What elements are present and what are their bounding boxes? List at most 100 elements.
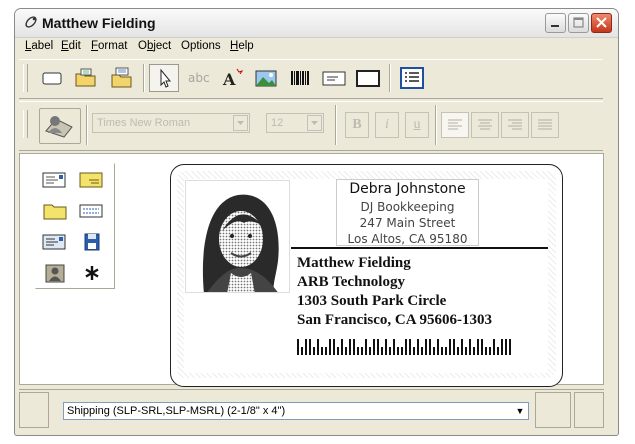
toolbar-grip[interactable] [23, 110, 28, 138]
barcode-tool-button[interactable] [285, 64, 315, 92]
font-name-value: Times New Roman [97, 117, 191, 129]
align-left-button[interactable] [441, 112, 469, 138]
toolbar-separator [335, 105, 337, 145]
menu-help[interactable]: Help [230, 40, 254, 52]
asterisk-icon [85, 266, 99, 280]
postal-barcode [297, 339, 511, 355]
new-label-icon [42, 72, 62, 85]
text-effect-icon: A [222, 68, 244, 89]
contact-person-icon [45, 264, 65, 283]
status-cell-left [19, 392, 49, 428]
status-cell-mid [535, 392, 571, 428]
underline-button[interactable]: u [405, 112, 429, 138]
align-right-icon [508, 119, 522, 130]
maximize-icon [573, 17, 584, 28]
open-button[interactable] [71, 64, 101, 92]
font-size-value: 12 [271, 117, 284, 129]
address-list-button[interactable] [397, 64, 427, 92]
folder-icon [43, 204, 67, 220]
label-canvas[interactable]: Debra Johnstone DJ Bookkeeping 247 Main … [170, 164, 563, 387]
address-book-icon [45, 116, 73, 138]
address-book-button[interactable] [39, 108, 81, 144]
rectangle-icon [356, 70, 380, 87]
justify-button[interactable] [531, 112, 559, 138]
align-center-icon [478, 119, 492, 130]
align-center-button[interactable] [471, 112, 499, 138]
select-tool-button[interactable] [149, 64, 179, 92]
return-street: 247 Main Street [359, 216, 456, 230]
toolbar-grip[interactable] [23, 64, 28, 92]
label-type-select[interactable]: Shipping (SLP-SRL,SLP-MSRL) (2-1/8" x 4"… [63, 402, 529, 420]
address-street: 1303 South Park Circle [297, 293, 447, 309]
bold-button[interactable]: B [345, 112, 369, 138]
toolbar-separator [435, 105, 437, 145]
main-toolbar: abc A [19, 59, 603, 99]
toolbar-separator [143, 64, 145, 92]
divider-line [291, 247, 548, 249]
minimize-button[interactable] [545, 13, 566, 33]
add-disk-button[interactable] [77, 230, 107, 255]
return-company: DJ Bookkeeping [360, 200, 455, 214]
open-folder-icon [75, 68, 96, 87]
toolbar-separator [86, 105, 88, 145]
align-right-button[interactable] [501, 112, 529, 138]
font-size-select[interactable]: 12 [266, 113, 324, 133]
barcode-icon [291, 71, 309, 85]
add-address-button[interactable] [40, 230, 70, 255]
address-tool-button[interactable] [319, 64, 349, 92]
address-company: ARB Technology [297, 274, 405, 290]
toolbar-separator [389, 64, 391, 92]
picture-icon [255, 70, 277, 87]
font-style-button[interactable]: A [217, 64, 247, 92]
add-folder-button[interactable] [40, 199, 70, 224]
note-icon [79, 172, 103, 188]
menu-label[interactable]: Label [25, 40, 53, 52]
return-city: Los Altos, CA 95180 [347, 232, 468, 246]
address-block-icon [322, 71, 346, 86]
chevron-down-icon[interactable] [307, 115, 322, 131]
image-tool-button[interactable] [251, 64, 281, 92]
address-city: San Francisco, CA 95606-1303 [297, 312, 492, 328]
postage-icon [79, 204, 103, 218]
justify-icon [538, 119, 552, 130]
return-address-icon [42, 172, 66, 188]
label-object-palette [35, 163, 115, 289]
new-label-button[interactable] [37, 64, 67, 92]
arrow-pointer-icon [160, 68, 172, 88]
align-left-icon [448, 119, 462, 130]
add-contact-button[interactable] [40, 261, 70, 286]
abc-label: abc [188, 71, 210, 85]
label-content-area: Debra Johnstone DJ Bookkeeping 247 Main … [184, 179, 548, 373]
address-name: Matthew Fielding [297, 255, 411, 271]
add-symbol-button[interactable] [77, 261, 107, 286]
label-app-icon [25, 16, 37, 28]
text-tool-button[interactable]: abc [185, 64, 215, 92]
menu-object[interactable]: Object [138, 40, 171, 52]
save-folder-icon [111, 67, 132, 88]
status-cell-right [574, 392, 604, 428]
add-return-address-button[interactable] [40, 168, 70, 193]
list-icon [400, 67, 424, 89]
menu-format[interactable]: Format [91, 40, 127, 52]
menu-options[interactable]: Options [181, 40, 221, 52]
window-title: Matthew Fielding [42, 15, 156, 31]
font-name-select[interactable]: Times New Roman [92, 113, 250, 133]
return-address-block[interactable]: Debra Johnstone DJ Bookkeeping 247 Main … [336, 179, 479, 246]
chevron-down-icon[interactable] [233, 115, 248, 131]
floppy-disk-icon [84, 233, 100, 251]
close-icon [596, 17, 607, 28]
minimize-icon [551, 25, 559, 27]
menu-edit[interactable]: Edit [61, 40, 81, 52]
chevron-down-icon[interactable]: ▼ [512, 403, 528, 419]
add-postage-button[interactable] [77, 199, 107, 224]
rectangle-tool-button[interactable] [353, 64, 383, 92]
menu-bar: Label Edit Format Object Options Help [15, 38, 618, 56]
add-note-button[interactable] [77, 168, 107, 193]
close-button[interactable] [591, 13, 612, 33]
title-bar[interactable]: Matthew Fielding [15, 9, 618, 38]
main-window: Matthew Fielding Label Edit Format Objec… [14, 8, 619, 436]
svg-text:A: A [222, 70, 236, 89]
maximize-button[interactable] [568, 13, 589, 33]
save-button[interactable] [107, 64, 137, 92]
italic-button[interactable]: i [375, 112, 399, 138]
